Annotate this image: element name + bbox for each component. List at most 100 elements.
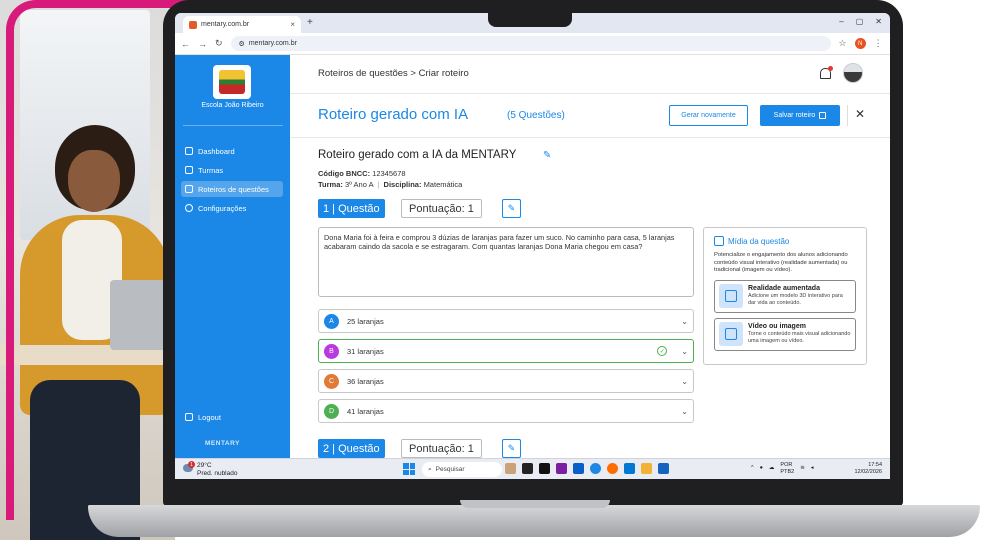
list-icon — [185, 185, 193, 193]
taskbar-search[interactable]: ⌕ Pesquisar — [422, 462, 502, 477]
windows-taskbar: 1 29°C Pred. nublado ⌕ Pesquisar ^ ● ☁ P… — [175, 458, 890, 479]
users-icon — [185, 166, 193, 174]
question-badge: 1 | Questão — [318, 199, 385, 218]
back-icon[interactable]: ← — [181, 39, 190, 49]
site-info-icon[interactable]: ⚙ — [239, 40, 245, 48]
notification-dot — [828, 66, 833, 71]
wifi-icon[interactable]: ≋ — [800, 465, 805, 472]
gear-icon — [185, 204, 193, 212]
tab-title: mentary.com.br — [201, 21, 250, 28]
roteiro-title: Roteiro gerado com a IA da MENTARY — [318, 149, 517, 161]
question-text-field[interactable]: Dona Maria foi à feira e comprou 3 dúzia… — [318, 227, 694, 297]
sidebar: Escola João Ribeiro Dashboard Turmas Rot… — [175, 55, 290, 458]
media-description: Potencialize o engajamento dos alunos ad… — [714, 252, 848, 274]
sidebar-item-turmas[interactable]: Turmas — [181, 162, 283, 178]
clock-date: 12/02/2026 — [854, 469, 882, 476]
chrome-icon[interactable] — [607, 463, 618, 474]
tray-chevron-icon[interactable]: ^ — [751, 465, 754, 472]
url-field[interactable]: ⚙ mentary.com.br — [230, 36, 831, 51]
taskbar-apps — [505, 463, 669, 474]
forward-icon[interactable]: → — [198, 39, 207, 49]
question-badge: 2 | Questão — [318, 439, 385, 458]
tab-close-icon[interactable]: × — [290, 20, 295, 29]
edit-question-button[interactable]: ✎ — [502, 439, 521, 458]
system-tray: ^ ● ☁ POR PTB2 ≋ ◂ — [751, 462, 814, 475]
card-title: Vídeo ou imagem — [748, 323, 806, 331]
save-button[interactable]: Salvar roteiro — [760, 105, 840, 126]
close-icon[interactable]: ✕ — [855, 107, 865, 121]
calendar-icon[interactable] — [658, 463, 669, 474]
option-b[interactable]: B 31 laranjas ✓ ⌄ — [318, 339, 694, 363]
sidebar-item-dashboard[interactable]: Dashboard — [181, 143, 283, 159]
logout-icon — [185, 413, 193, 421]
chevron-down-icon[interactable]: ⌄ — [681, 407, 688, 416]
chevron-down-icon[interactable]: ⌄ — [681, 377, 688, 386]
turma-value: 3º Ano A — [344, 180, 374, 189]
chevron-down-icon[interactable]: ⌄ — [681, 347, 688, 356]
edit-question-button[interactable]: ✎ — [502, 199, 521, 218]
address-bar: ← → ↻ ⚙ mentary.com.br ☆ N ⋮ — [175, 33, 890, 55]
close-window-icon[interactable]: ✕ — [875, 17, 882, 26]
option-d[interactable]: D 41 laranjas ⌄ — [318, 399, 694, 423]
store-icon[interactable] — [624, 463, 635, 474]
logout-button[interactable]: Logout — [181, 409, 283, 425]
laptop-base-notch — [460, 500, 610, 508]
bookmark-star-icon[interactable]: ☆ — [839, 38, 847, 49]
windows-start-icon[interactable] — [403, 463, 415, 475]
clock[interactable]: 17:54 12/02/2026 — [854, 462, 882, 476]
video-image-card[interactable]: Vídeo ou imagem Torne o conteúdo mais vi… — [714, 317, 856, 351]
weather-temp: 29°C — [197, 462, 212, 469]
language-indicator[interactable]: POR PTB2 — [780, 462, 794, 475]
laptop-base — [88, 505, 980, 537]
bncc-line: Código BNCC: 12345678 — [318, 169, 406, 178]
correct-check-icon: ✓ — [657, 346, 668, 356]
user-avatar[interactable] — [843, 63, 863, 83]
browser-menu-icon[interactable]: ⋮ — [874, 38, 883, 49]
file-explorer-icon[interactable] — [641, 463, 652, 474]
option-letter: D — [324, 403, 339, 419]
sidebar-divider — [183, 125, 283, 126]
option-c[interactable]: C 36 laranjas ⌄ — [318, 369, 694, 393]
card-desc: Adicione um modelo 3D interativo para da… — [748, 293, 843, 307]
edit-title-icon[interactable]: ✎ — [543, 150, 551, 161]
regenerate-button[interactable]: Gerar novamente — [669, 105, 748, 126]
media-add-icon — [714, 236, 724, 246]
search-icon: ⌕ — [428, 465, 432, 473]
terminal-icon[interactable] — [539, 463, 550, 474]
app-purple-icon[interactable] — [556, 463, 567, 474]
volume-icon[interactable]: ◂ — [811, 465, 814, 472]
edge-icon[interactable] — [590, 463, 601, 474]
reload-icon[interactable]: ↻ — [215, 38, 223, 49]
favicon-icon — [189, 20, 197, 29]
sidebar-item-label: Dashboard — [198, 146, 235, 156]
taskview-icon[interactable] — [522, 463, 533, 474]
save-icon — [819, 112, 827, 119]
profile-avatar[interactable]: N — [854, 38, 866, 49]
minimize-icon[interactable]: – — [839, 17, 843, 26]
sidebar-item-label: Configurações — [198, 203, 247, 213]
people-app-icon[interactable] — [505, 463, 516, 474]
browser-tab[interactable]: mentary.com.br × — [183, 16, 301, 33]
sidebar-item-roteiros[interactable]: Roteiros de questões — [181, 181, 283, 197]
new-tab-icon[interactable]: + — [307, 17, 313, 28]
mentary-brand: MENTARY — [205, 440, 240, 447]
sidebar-item-label: Turmas — [198, 165, 224, 175]
onedrive-icon[interactable]: ☁ — [769, 465, 775, 472]
outlook-icon[interactable] — [573, 463, 584, 474]
option-letter: A — [324, 313, 339, 329]
option-text: 31 laranjas — [347, 346, 384, 356]
augmented-reality-card[interactable]: Realidade aumentada Adicione um modelo 3… — [714, 279, 856, 313]
toolbar-divider — [847, 105, 848, 126]
maximize-icon[interactable]: ▢ — [856, 17, 864, 26]
main-content: Roteiros de questões > Criar roteiro Rot… — [290, 55, 890, 458]
search-label: Pesquisar — [435, 466, 465, 473]
weather-desc: Pred. nublado — [197, 469, 238, 477]
sidebar-item-configuracoes[interactable]: Configurações — [181, 200, 283, 216]
turma-label: Turma: — [318, 180, 343, 189]
media-panel: Mídia da questão Potencialize o engajame… — [703, 227, 867, 365]
weather-widget[interactable]: 1 29°C Pred. nublado — [183, 461, 238, 478]
lang-primary: POR — [780, 462, 793, 468]
chevron-down-icon[interactable]: ⌄ — [681, 317, 688, 326]
tray-app-icon[interactable]: ● — [760, 465, 763, 472]
option-a[interactable]: A 25 laranjas ⌄ — [318, 309, 694, 333]
